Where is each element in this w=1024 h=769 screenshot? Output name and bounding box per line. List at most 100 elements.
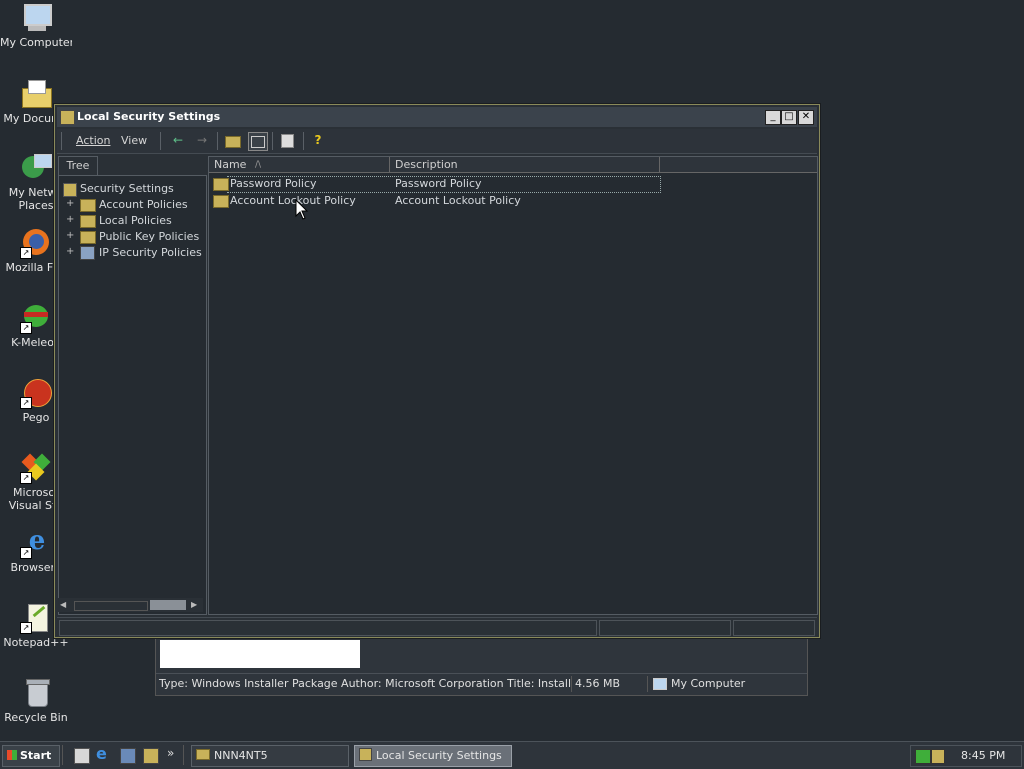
- column-header-description[interactable]: Description: [390, 157, 660, 173]
- scroll-right-icon[interactable]: ▶: [191, 600, 201, 610]
- taskbar-separator: [62, 745, 65, 765]
- folder-icon: [196, 749, 210, 760]
- row-description: Account Lockout Policy: [395, 194, 521, 207]
- scrollbar-thumb[interactable]: [150, 600, 186, 610]
- close-button[interactable]: ✕: [798, 110, 814, 125]
- shortcut-arrow-icon: ↗: [20, 322, 32, 334]
- column-header-name[interactable]: Name /\: [209, 157, 390, 173]
- show-tree-icon[interactable]: [248, 132, 268, 151]
- internet-explorer-icon[interactable]: e: [96, 746, 112, 762]
- menu-action-label: Action: [76, 134, 111, 147]
- back-arrow-icon[interactable]: ←: [169, 132, 187, 149]
- task-label: NNN4NT5: [214, 749, 268, 762]
- desktop-icon-label: My Computer: [0, 36, 72, 49]
- tree-pane[interactable]: Security Settings + Account Policies + L…: [58, 175, 207, 615]
- desktop-icon-my-computer[interactable]: My Computer: [0, 2, 72, 49]
- security-settings-icon: [60, 110, 75, 125]
- row-name: Account Lockout Policy: [230, 194, 356, 207]
- menu-action[interactable]: Action: [76, 134, 110, 147]
- policy-folder-icon: [213, 178, 229, 191]
- policy-folder-icon: [80, 215, 96, 228]
- computer-icon: [20, 2, 52, 34]
- toolbar-grip: [61, 132, 62, 150]
- help-icon[interactable]: ?: [309, 132, 327, 149]
- network-places-icon: [20, 152, 52, 184]
- start-label: Start: [20, 749, 52, 762]
- zone-cell: My Computer: [650, 676, 803, 692]
- task-button-local-security-settings[interactable]: Local Security Settings: [354, 745, 512, 767]
- taskbar-separator: [183, 745, 186, 765]
- recycle-bin-icon: [20, 677, 52, 709]
- status-cell: [59, 620, 597, 636]
- expand-icon[interactable]: +: [66, 246, 74, 257]
- visual-studio-icon: ↗: [20, 452, 52, 484]
- windows-logo-icon: [7, 750, 17, 760]
- shortcut-arrow-icon: ↗: [20, 622, 32, 634]
- security-settings-icon: [63, 183, 77, 197]
- maximize-button[interactable]: □: [781, 110, 797, 125]
- tree-item-account-policies[interactable]: Account Policies: [99, 198, 188, 212]
- shortcut-arrow-icon: ↗: [20, 472, 32, 484]
- tree-item-ip-security-policies[interactable]: IP Security Policies on: [99, 246, 205, 260]
- expand-icon[interactable]: +: [66, 198, 74, 209]
- explorer-icon[interactable]: [143, 748, 159, 764]
- tree-root-security-settings[interactable]: Security Settings: [80, 182, 174, 196]
- content-area: [160, 640, 360, 668]
- shortcut-arrow-icon: ↗: [20, 547, 32, 559]
- outlook-icon[interactable]: [120, 748, 136, 764]
- show-desktop-icon[interactable]: [74, 748, 90, 764]
- minimize-button[interactable]: _: [765, 110, 781, 125]
- mouse-cursor-icon: [295, 199, 309, 220]
- expand-icon[interactable]: +: [66, 230, 74, 241]
- status-cell: [599, 620, 731, 636]
- up-folder-icon[interactable]: [224, 132, 242, 149]
- taskbar: Start e » NNN4NT5 Local Security Setting…: [0, 741, 1024, 769]
- toolbar-separator: [217, 132, 218, 150]
- policy-folder-icon: [80, 199, 96, 212]
- desktop-icon-recycle-bin[interactable]: Recycle Bin: [0, 677, 72, 724]
- quicklaunch-chevron-icon[interactable]: »: [167, 746, 174, 760]
- shortcut-arrow-icon: ↗: [20, 397, 32, 409]
- file-info-text: Type: Windows Installer Package Author: …: [156, 676, 572, 692]
- tree-item-local-policies[interactable]: Local Policies: [99, 214, 172, 228]
- firefox-icon: ↗: [20, 227, 52, 259]
- my-computer-icon: [653, 678, 667, 690]
- documents-folder-icon: [20, 78, 52, 110]
- start-button[interactable]: Start: [2, 745, 60, 767]
- tab-tree[interactable]: Tree: [58, 156, 98, 175]
- menu-view-label: View: [121, 134, 148, 147]
- local-security-settings-window[interactable]: Local Security Settings _ □ ✕ Action Vie…: [54, 104, 820, 638]
- row-name: Password Policy: [230, 177, 317, 190]
- forward-arrow-icon[interactable]: →: [193, 132, 211, 149]
- toolbar: Action View ← → ?: [57, 129, 817, 154]
- file-size-text: 4.56 MB: [572, 676, 648, 692]
- tree-item-public-key-policies[interactable]: Public Key Policies: [99, 230, 199, 244]
- background-explorer-window[interactable]: Type: Windows Installer Package Author: …: [155, 636, 808, 696]
- expand-icon[interactable]: +: [66, 214, 74, 225]
- security-tray-icon[interactable]: [931, 749, 945, 764]
- sort-indicator-icon: /\: [255, 160, 262, 170]
- export-list-icon[interactable]: [278, 132, 296, 149]
- column-header-empty: [660, 157, 817, 173]
- internet-explorer-icon: e ↗: [20, 527, 52, 559]
- window-title: Local Security Settings: [77, 110, 221, 123]
- shortcut-arrow-icon: ↗: [20, 247, 32, 259]
- folder-icon: [80, 231, 96, 244]
- title-bar[interactable]: Local Security Settings _ □ ✕: [57, 107, 817, 127]
- network-tray-icon[interactable]: [915, 749, 931, 764]
- clock[interactable]: 8:45 PM: [961, 749, 1005, 763]
- status-bar: [57, 617, 817, 636]
- toolbar-separator: [272, 132, 273, 150]
- task-label: Local Security Settings: [376, 749, 502, 762]
- menu-view[interactable]: View: [121, 134, 147, 147]
- background-status-bar: Type: Windows Installer Package Author: …: [156, 673, 807, 694]
- task-button-nnn4nt5[interactable]: NNN4NT5: [191, 745, 349, 767]
- toolbar-separator: [303, 132, 304, 150]
- scrollbar-track[interactable]: [74, 601, 148, 611]
- policy-folder-icon: [213, 195, 229, 208]
- list-pane[interactable]: Name /\ Description Password Policy Pass…: [208, 156, 818, 615]
- scroll-left-icon[interactable]: ◀: [60, 600, 70, 610]
- list-row[interactable]: Password Policy Password Policy: [209, 176, 809, 192]
- tree-horizontal-scrollbar[interactable]: ◀ ▶: [58, 598, 203, 612]
- column-name-label: Name: [214, 158, 247, 171]
